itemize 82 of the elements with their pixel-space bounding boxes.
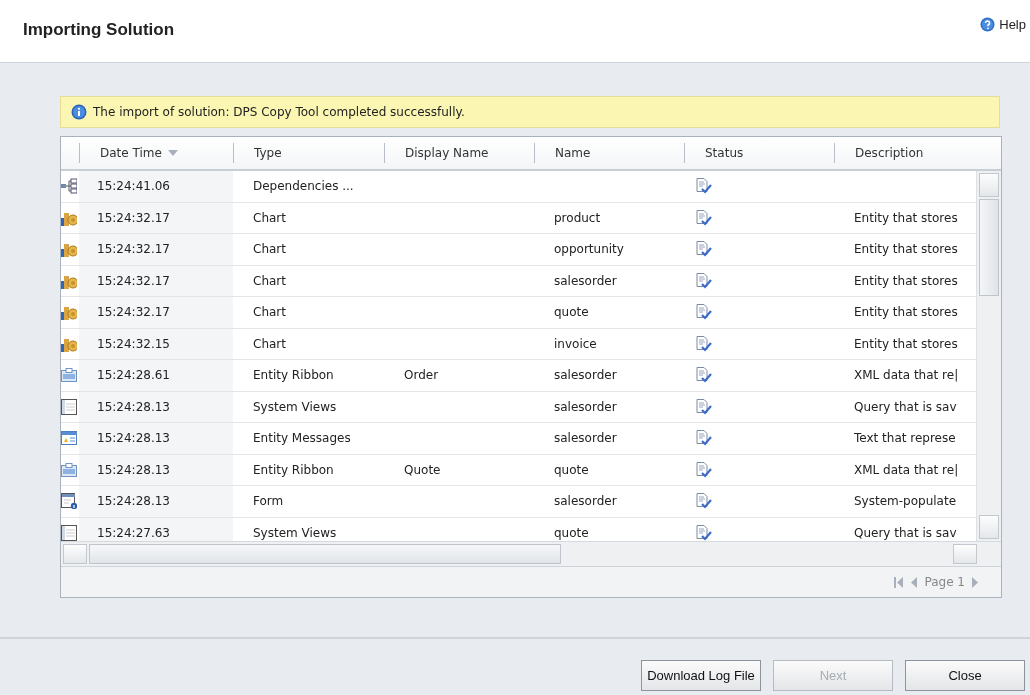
- table-cell-text: salesorder: [553, 367, 618, 385]
- table-cell-text: salesorder: [553, 430, 618, 448]
- status-done-icon: [696, 335, 712, 352]
- column-header[interactable]: Display Name: [384, 143, 534, 163]
- table-cell-text: Chart: [252, 209, 287, 227]
- dialog-button[interactable]: Download Log File: [641, 660, 761, 691]
- chart-icon: [61, 304, 77, 321]
- table-cell: 15:24:28.13: [79, 454, 233, 485]
- table-cell-text: Entity Ribbon: [252, 367, 335, 385]
- table-cell-text: Chart: [252, 335, 287, 353]
- table-cell-text: Chart: [252, 304, 287, 322]
- table-cell-text: salesorder: [553, 272, 618, 290]
- sort-arrow-icon: [167, 150, 178, 156]
- table-cell-text: Entity that stores: [853, 304, 959, 322]
- table-cell-text: XML data that re|: [853, 367, 960, 385]
- table-cell-text: invoice: [553, 335, 598, 353]
- column-header[interactable]: Status: [684, 143, 834, 163]
- column-header[interactable]: Name: [534, 143, 684, 163]
- table-cell-text: Chart: [252, 241, 287, 259]
- table-cell-text: System Views: [252, 524, 338, 541]
- status-done-icon: [696, 304, 712, 321]
- table-cell: 15:24:28.13: [79, 423, 233, 454]
- table-cell: 15:24:41.06: [79, 171, 233, 202]
- table-cell-text: quote: [553, 524, 590, 541]
- chart-icon: [61, 241, 77, 258]
- table-cell-text: Form: [252, 493, 285, 511]
- message-text: The import of solution: DPS Copy Tool completed successfully.: [93, 105, 465, 119]
- status-done-icon: [696, 461, 712, 478]
- table-cell-text: Text that represe: [853, 430, 957, 448]
- next-page-icon: [972, 576, 979, 588]
- status-done-icon: [696, 241, 712, 258]
- table-cell-text: quote: [553, 461, 590, 479]
- table-cell: 15:24:32.17: [79, 234, 233, 265]
- column-header[interactable]: Date Time: [79, 143, 233, 163]
- table-cell-text: Order: [403, 367, 440, 385]
- table-cell: 15:24:28.13: [79, 486, 233, 517]
- table-cell-text: Entity that stores: [853, 241, 959, 259]
- previous-page-icon: [910, 576, 918, 588]
- table-cell-text: Entity that stores: [853, 272, 959, 290]
- status-done-icon: [696, 178, 712, 195]
- table-cell-text: opportunity: [553, 241, 625, 259]
- help-link[interactable]: Help: [980, 16, 1026, 32]
- status-done-icon: [696, 272, 712, 289]
- table-cell-text: Dependencies ...: [252, 178, 355, 196]
- info-icon: [71, 104, 87, 120]
- table-cell-text: salesorder: [553, 493, 618, 511]
- table-cell-text: product: [553, 209, 602, 227]
- table-cell-text: Query that is sav: [853, 524, 958, 541]
- status-done-icon: [696, 493, 712, 510]
- first-page-icon: [893, 576, 904, 588]
- table-cell: 15:24:28.13: [79, 391, 233, 422]
- table-cell-text: Quote: [403, 461, 442, 479]
- window-title: Importing Solution: [23, 20, 175, 40]
- table-cell-text: Entity that stores: [853, 209, 959, 227]
- page-label: Page 1: [924, 575, 965, 589]
- table-cell: 15:24:32.17: [79, 265, 233, 296]
- column-header[interactable]: Type: [233, 143, 384, 163]
- status-done-icon: [696, 398, 712, 415]
- column-header[interactable]: Description: [834, 143, 976, 163]
- status-done-icon: [696, 430, 712, 447]
- table-cell-text: Entity Ribbon: [252, 461, 335, 479]
- table-cell-text: System Views: [252, 398, 338, 416]
- table-cell-text: salesorder: [553, 398, 618, 416]
- status-done-icon: [696, 524, 712, 541]
- help-icon: [980, 16, 996, 32]
- table-cell: 15:24:32.17: [79, 202, 233, 233]
- table-cell: 15:24:28.61: [79, 360, 233, 391]
- table-cell-text: Entity Messages: [252, 430, 352, 448]
- dialog-button[interactable]: Close: [905, 660, 1025, 691]
- table-cell-text: Entity that stores: [853, 335, 959, 353]
- status-done-icon: [696, 367, 712, 384]
- table-cell-text: quote: [553, 304, 590, 322]
- table-cell: 15:24:32.15: [79, 328, 233, 359]
- horizontal-scrollbar[interactable]: [61, 541, 1001, 566]
- table-cell-text: XML data that re|: [853, 461, 960, 479]
- table-cell-text: Query that is sav: [853, 398, 958, 416]
- table-cell: 15:24:32.17: [79, 297, 233, 328]
- table-cell-text: Chart: [252, 272, 287, 290]
- table-cell-text: System-populate: [853, 493, 958, 511]
- table-cell: 15:24:27.63: [79, 517, 233, 541]
- status-done-icon: [696, 209, 712, 226]
- vertical-scrollbar[interactable]: [976, 171, 1001, 541]
